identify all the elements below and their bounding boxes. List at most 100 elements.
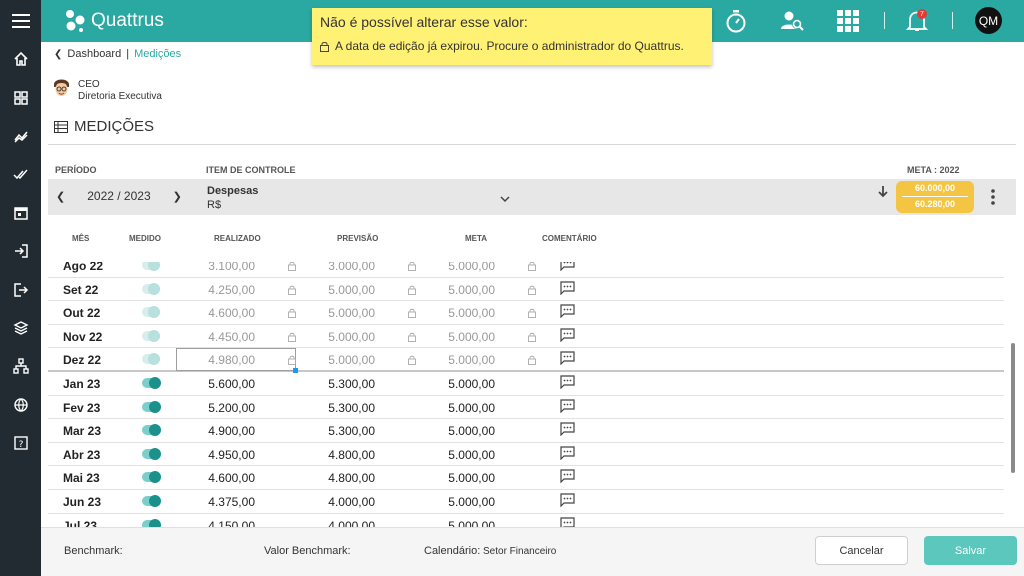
realizado-cell[interactable]: 4.450,00 — [178, 330, 255, 344]
org-chart-icon[interactable] — [0, 351, 41, 381]
previsao-cell[interactable]: 5.300,00 — [298, 401, 375, 415]
breadcrumb-current[interactable]: Medições — [134, 48, 181, 60]
calendar-icon[interactable] — [0, 198, 41, 228]
more-vertical-icon[interactable] — [991, 189, 995, 210]
measured-toggle[interactable] — [142, 447, 161, 460]
measured-toggle[interactable] — [142, 424, 161, 437]
prev-period-chevron-icon[interactable]: ❮ — [56, 190, 65, 203]
realizado-cell[interactable]: 4.980,00 — [178, 353, 255, 367]
save-button[interactable]: Salvar — [924, 536, 1017, 565]
item-control-select[interactable]: Despesas R$ — [207, 184, 258, 212]
realizado-cell[interactable]: 3.100,00 — [178, 262, 255, 273]
layers-icon[interactable] — [0, 313, 41, 343]
comment-icon[interactable] — [560, 493, 575, 510]
back-chevron-icon[interactable]: ❮ — [54, 49, 62, 60]
hamburger-menu-icon[interactable] — [0, 0, 41, 42]
app-logo[interactable]: Quattrus — [64, 7, 164, 35]
comment-icon[interactable] — [560, 422, 575, 439]
stopwatch-icon[interactable] — [723, 6, 749, 36]
realizado-cell[interactable]: 4.375,00 — [178, 495, 255, 509]
comment-icon[interactable] — [560, 446, 575, 463]
meta-cell[interactable]: 5.000,00 — [418, 262, 495, 273]
lock-icon — [528, 307, 536, 321]
comment-icon[interactable] — [560, 304, 575, 321]
meta-cell[interactable]: 5.000,00 — [418, 424, 495, 438]
breadcrumb-dashboard[interactable]: Dashboard — [67, 48, 121, 60]
home-icon[interactable] — [0, 44, 41, 74]
measured-toggle[interactable] — [142, 400, 161, 413]
logout-icon[interactable] — [0, 275, 41, 305]
meta-cell[interactable]: 5.000,00 — [418, 283, 495, 297]
scrollbar[interactable] — [1011, 343, 1015, 473]
previsao-cell[interactable]: 5.300,00 — [298, 377, 375, 391]
measured-toggle[interactable] — [142, 518, 161, 527]
meta-label: META : 2022 — [907, 165, 960, 175]
cancel-button[interactable]: Cancelar — [815, 536, 908, 565]
measured-toggle[interactable] — [142, 282, 160, 295]
realizado-cell[interactable]: 4.950,00 — [178, 448, 255, 462]
previsao-cell[interactable]: 4.000,00 — [298, 495, 375, 509]
globe-icon[interactable] — [0, 390, 41, 420]
apps-grid-icon[interactable] — [836, 6, 860, 36]
meta-cell[interactable]: 5.000,00 — [418, 448, 495, 462]
comment-icon[interactable] — [560, 469, 575, 486]
month-cell: Mar 23 — [63, 424, 102, 439]
comment-icon[interactable] — [560, 398, 575, 416]
period-label: PERÍODO — [55, 165, 97, 175]
lock-icon — [528, 331, 536, 345]
meta-value-1: 60.000,00 — [914, 183, 956, 193]
previsao-cell[interactable]: 5.000,00 — [298, 283, 375, 297]
comment-icon[interactable] — [560, 262, 575, 274]
previsao-cell[interactable]: 4.000,00 — [298, 519, 375, 527]
arrow-down-icon[interactable] — [878, 185, 888, 203]
previsao-cell[interactable]: 3.000,00 — [298, 262, 375, 273]
measured-toggle[interactable] — [142, 262, 160, 271]
previsao-cell[interactable]: 4.800,00 — [298, 448, 375, 462]
previsao-cell[interactable]: 5.000,00 — [298, 306, 375, 320]
user-search-icon[interactable] — [779, 6, 805, 36]
chevron-down-icon[interactable] — [500, 190, 510, 208]
realizado-cell[interactable]: 4.250,00 — [178, 283, 255, 297]
login-icon[interactable] — [0, 236, 41, 266]
measured-toggle[interactable] — [142, 377, 161, 389]
measured-toggle[interactable] — [142, 353, 160, 366]
realizado-cell[interactable]: 4.150,00 — [178, 519, 255, 527]
measured-toggle[interactable] — [142, 306, 160, 319]
help-icon[interactable]: ? — [0, 428, 41, 458]
dashboard-icon[interactable] — [0, 83, 41, 113]
bell-icon[interactable]: 7 — [905, 6, 929, 36]
comment-icon[interactable] — [560, 280, 575, 298]
avatar[interactable]: QM — [975, 7, 1002, 34]
previsao-cell[interactable]: 5.300,00 — [298, 424, 375, 438]
meta-cell[interactable]: 5.000,00 — [418, 353, 495, 367]
month-cell: Jan 23 — [63, 377, 101, 391]
comment-icon[interactable] — [560, 516, 575, 527]
realizado-cell[interactable]: 4.600,00 — [178, 306, 255, 320]
chart-trend-icon[interactable] — [0, 121, 41, 151]
previsao-cell[interactable]: 4.800,00 — [298, 471, 375, 485]
comment-icon[interactable] — [560, 328, 575, 345]
month-cell: Jun 23 — [63, 495, 102, 509]
notification-badge: 7 — [917, 9, 927, 19]
comment-icon[interactable] — [560, 375, 575, 392]
realizado-cell[interactable]: 4.600,00 — [178, 471, 255, 485]
meta-cell[interactable]: 5.000,00 — [418, 330, 495, 344]
realizado-cell[interactable]: 5.600,00 — [178, 377, 255, 391]
meta-cell[interactable]: 5.000,00 — [418, 471, 495, 485]
measured-toggle[interactable] — [142, 495, 161, 507]
meta-cell[interactable]: 5.000,00 — [418, 401, 495, 415]
previsao-cell[interactable]: 5.000,00 — [298, 330, 375, 344]
meta-cell[interactable]: 5.000,00 — [418, 306, 495, 320]
meta-cell[interactable]: 5.000,00 — [418, 377, 495, 391]
meta-cell[interactable]: 5.000,00 — [418, 519, 495, 527]
measured-toggle[interactable] — [142, 471, 161, 484]
next-period-chevron-icon[interactable]: ❯ — [173, 190, 182, 203]
previsao-cell[interactable]: 5.000,00 — [298, 353, 375, 367]
comment-icon[interactable] — [560, 351, 575, 368]
realizado-cell[interactable]: 5.200,00 — [178, 401, 255, 415]
measured-toggle[interactable] — [142, 329, 160, 342]
realizado-cell[interactable]: 4.900,00 — [178, 424, 255, 438]
meta-cell[interactable]: 5.000,00 — [418, 495, 495, 509]
lock-icon — [528, 284, 536, 298]
double-check-icon[interactable] — [0, 159, 41, 189]
